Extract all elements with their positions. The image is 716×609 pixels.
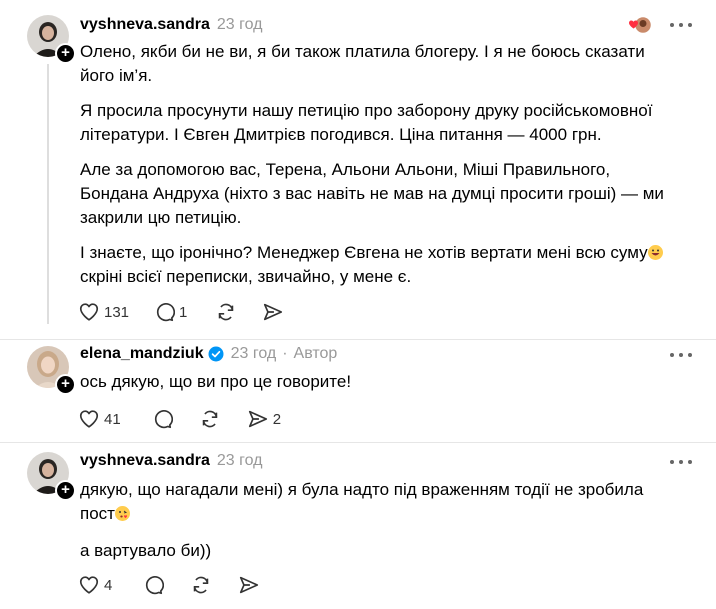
post-header: vyshneva.sandra 23 год bbox=[80, 449, 262, 473]
send-icon bbox=[248, 410, 267, 428]
like-count: 41 bbox=[104, 410, 121, 428]
heart-icon bbox=[79, 410, 99, 428]
action-bar: 131 1 bbox=[78, 299, 284, 325]
action-bar: 41 2 bbox=[78, 406, 281, 432]
post-text-line: І знаєте, що іронічно? Менеджер Євгена н… bbox=[80, 243, 648, 262]
username[interactable]: elena_mandziuk bbox=[80, 345, 204, 363]
avatar[interactable]: + bbox=[27, 15, 76, 64]
author-label: Автор bbox=[293, 345, 338, 362]
repost-button[interactable] bbox=[199, 406, 221, 432]
share-button[interactable]: 2 bbox=[247, 406, 281, 432]
grinning-sweat-emoji-icon bbox=[647, 245, 663, 260]
username[interactable]: vyshneva.sandra bbox=[80, 452, 210, 470]
post-header: vyshneva.sandra 23 год bbox=[80, 13, 262, 37]
timestamp[interactable]: 23 год bbox=[217, 16, 263, 34]
avatar[interactable]: + bbox=[27, 452, 76, 501]
comment-icon bbox=[154, 410, 173, 429]
reply-count: 1 bbox=[179, 303, 188, 321]
more-icon[interactable] bbox=[670, 20, 692, 30]
reply-button[interactable] bbox=[151, 406, 173, 432]
kiss-emoji-icon bbox=[114, 506, 130, 521]
post-text: дякую, що нагадали мені) я була надто пі… bbox=[80, 478, 680, 526]
repost-icon bbox=[219, 303, 234, 321]
repost-icon bbox=[194, 576, 209, 594]
post-text: І знаєте, що іронічно? Менеджер Євгена н… bbox=[80, 241, 680, 289]
comment-icon bbox=[156, 303, 176, 322]
share-button[interactable] bbox=[238, 572, 260, 598]
repost-button[interactable] bbox=[190, 572, 212, 598]
timestamp[interactable]: 23 год bbox=[217, 452, 263, 470]
post-text-line: пост bbox=[80, 504, 115, 523]
follow-plus-icon[interactable]: + bbox=[55, 374, 76, 395]
share-count: 2 bbox=[272, 410, 282, 428]
send-icon bbox=[240, 576, 259, 594]
post-text: Я просила просунути нашу петицію про заб… bbox=[80, 101, 653, 144]
thread-line bbox=[47, 64, 49, 324]
heart-icon bbox=[79, 303, 99, 321]
post-text: Але за допомогою вас, Терена, Альони Аль… bbox=[80, 160, 664, 227]
repost-button[interactable] bbox=[215, 299, 237, 325]
follow-plus-icon[interactable]: + bbox=[55, 43, 76, 64]
post-header: elena_mandziuk 23 год · Автор bbox=[80, 342, 337, 366]
like-button[interactable]: 41 bbox=[78, 406, 121, 432]
reply-button[interactable] bbox=[142, 572, 165, 598]
verified-badge-icon bbox=[208, 346, 224, 362]
like-button[interactable]: 131 bbox=[78, 299, 129, 325]
post-text: ось дякую, що ви про це говорите! bbox=[80, 372, 352, 391]
like-count: 131 bbox=[104, 303, 130, 321]
follow-plus-icon[interactable]: + bbox=[55, 480, 76, 501]
heart-icon bbox=[79, 576, 99, 594]
reply-button[interactable]: 1 bbox=[153, 299, 187, 325]
post-text-line: дякую, що нагадали мені) я була надто пі… bbox=[80, 480, 644, 499]
share-button[interactable] bbox=[262, 299, 284, 325]
send-icon bbox=[264, 303, 283, 321]
avatar[interactable]: + bbox=[27, 346, 76, 395]
comment-icon bbox=[146, 576, 165, 595]
post-text: Олено, якби би не ви, я би також платила… bbox=[80, 42, 645, 85]
post-text: а вартувало би)) bbox=[80, 541, 212, 560]
divider bbox=[0, 442, 716, 443]
like-button[interactable]: 4 bbox=[78, 572, 112, 598]
action-bar: 4 bbox=[78, 572, 260, 598]
post-body: дякую, що нагадали мені) я була надто пі… bbox=[80, 478, 680, 574]
divider bbox=[0, 339, 716, 340]
username[interactable]: vyshneva.sandra bbox=[80, 16, 210, 34]
timestamp[interactable]: 23 год bbox=[231, 345, 277, 363]
repost-icon bbox=[202, 410, 217, 428]
separator-dot: · bbox=[282, 345, 288, 362]
more-icon[interactable] bbox=[670, 350, 692, 360]
more-icon[interactable] bbox=[670, 457, 692, 467]
post-body: ось дякую, що ви про це говорите! bbox=[80, 370, 680, 405]
like-count: 4 bbox=[104, 576, 113, 594]
liked-by-author-icon bbox=[626, 14, 653, 36]
post-text-line: скріні всієї переписки, звичайно, у мене… bbox=[80, 267, 412, 286]
post-body: Олено, якби би не ви, я би також платила… bbox=[80, 40, 680, 289]
